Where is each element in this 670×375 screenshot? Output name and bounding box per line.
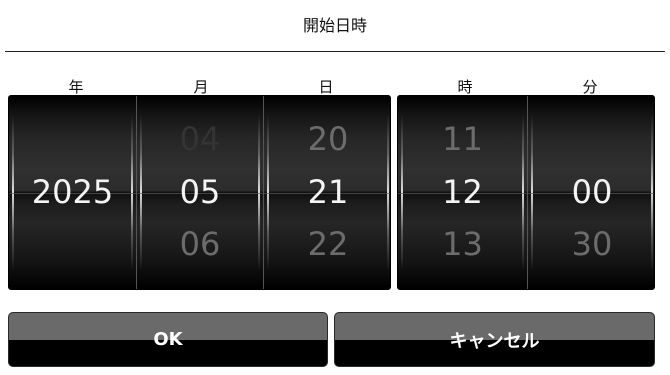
date-picker: 2025 04 05 06 20 21 22	[8, 95, 391, 290]
hour-next: 13	[442, 225, 483, 263]
cancel-button-label: キャンセル	[449, 330, 540, 352]
ok-button[interactable]: OK	[8, 312, 328, 367]
day-wheel[interactable]: 20 21 22	[263, 96, 390, 289]
month-prev: 04	[179, 120, 221, 158]
month-wheel[interactable]: 04 05 06	[136, 96, 263, 289]
divider	[5, 51, 665, 52]
minute-next: 30	[571, 225, 613, 263]
day-prev: 20	[307, 120, 349, 158]
hour-label: 時	[457, 78, 473, 96]
year-label: 年	[68, 78, 84, 96]
hour-prev: 11	[442, 120, 483, 158]
hour-current: 12	[442, 173, 483, 211]
day-label: 日	[318, 78, 334, 96]
dialog-title: 開始日時	[302, 16, 367, 35]
year-current: 2025	[31, 173, 114, 211]
day-current: 21	[307, 173, 349, 211]
time-picker: 11 12 13 00 30	[397, 95, 655, 290]
hour-wheel[interactable]: 11 12 13	[398, 96, 527, 289]
month-current: 05	[179, 173, 221, 211]
minute-label: 分	[582, 78, 598, 96]
month-label: 月	[193, 78, 209, 96]
minute-wheel[interactable]: 00 30	[527, 96, 654, 289]
minute-current: 00	[571, 173, 613, 211]
ok-button-label: OK	[153, 329, 183, 350]
day-next: 22	[307, 225, 349, 263]
cancel-button[interactable]: キャンセル	[334, 312, 655, 367]
year-wheel[interactable]: 2025	[9, 96, 136, 289]
month-next: 06	[179, 225, 221, 263]
